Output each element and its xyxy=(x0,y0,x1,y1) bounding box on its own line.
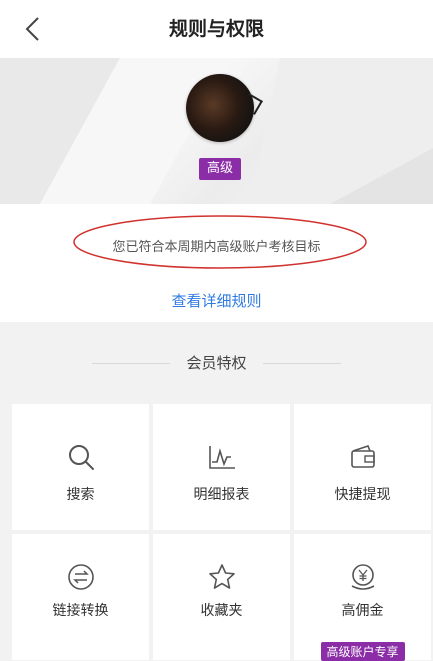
search-icon xyxy=(68,445,94,470)
privilege-label: 收藏夹 xyxy=(200,603,243,619)
privilege-label: 搜索 xyxy=(66,487,95,503)
privilege-favorites[interactable]: 收藏夹 xyxy=(153,534,290,660)
privileges-grid: 搜索 明细报表 快捷提现 链接转换 收藏夹 高佣金 高级账户专享 xyxy=(12,404,433,661)
privilege-label: 快捷提现 xyxy=(334,487,391,503)
privilege-link-convert[interactable]: 链接转换 xyxy=(12,534,149,660)
view-rules-link[interactable]: 查看详细规则 xyxy=(0,290,433,311)
privilege-label: 明细报表 xyxy=(193,487,250,503)
exchange-icon xyxy=(67,564,94,590)
line-chart-icon xyxy=(208,446,235,469)
navigation-bar: 规则与权限 xyxy=(0,0,433,59)
privileges-title: 会员特权 xyxy=(186,354,247,372)
profile-banner: 高级 xyxy=(0,58,433,204)
yen-coin-icon xyxy=(351,564,374,590)
privilege-high-commission[interactable]: 高佣金 高级账户专享 xyxy=(294,534,431,661)
premium-only-tag: 高级账户专享 xyxy=(320,642,405,661)
privilege-label: 高佣金 xyxy=(341,603,384,619)
privileges-header: 会员特权 xyxy=(0,322,433,404)
divider-right xyxy=(263,363,341,364)
level-badge: 高级 xyxy=(199,158,241,180)
privilege-search[interactable]: 搜索 xyxy=(12,404,149,530)
privilege-report[interactable]: 明细报表 xyxy=(153,404,290,530)
status-message: 您已符合本周期内高级账户考核目标 xyxy=(112,240,321,255)
privilege-label: 链接转换 xyxy=(52,603,109,619)
wallet-icon xyxy=(350,445,375,468)
status-section: 您已符合本周期内高级账户考核目标 查看详细规则 xyxy=(0,204,433,322)
star-icon xyxy=(208,564,235,589)
privilege-withdraw[interactable]: 快捷提现 xyxy=(294,404,431,530)
avatar[interactable] xyxy=(186,74,254,142)
page-title: 规则与权限 xyxy=(168,18,264,40)
